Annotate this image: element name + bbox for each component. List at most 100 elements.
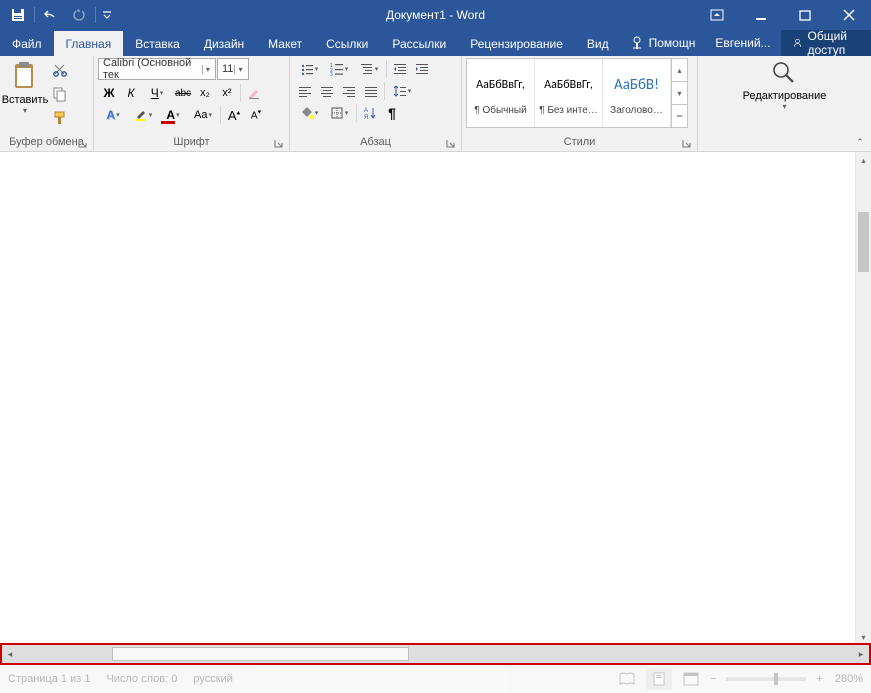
- svg-text:A: A: [364, 108, 368, 114]
- tab-view[interactable]: Вид: [575, 31, 621, 56]
- highlight-button[interactable]: ▾: [128, 104, 158, 126]
- styles-scroll-up[interactable]: ▴: [672, 59, 687, 82]
- styles-scroll-down[interactable]: ▾: [672, 82, 687, 105]
- svg-text:Я: Я: [364, 115, 368, 120]
- collapse-ribbon-button[interactable]: ⌃: [853, 135, 867, 149]
- shading-button[interactable]: ▾: [294, 102, 324, 124]
- tab-mailings[interactable]: Рассылки: [380, 31, 458, 56]
- italic-button[interactable]: К: [120, 82, 142, 104]
- style-item-normal[interactable]: АаБбВвГг, ¶ Обычный: [467, 59, 535, 127]
- superscript-button[interactable]: x²: [216, 82, 238, 104]
- paragraph-group-label: Абзац: [294, 135, 457, 151]
- zoom-slider[interactable]: [726, 677, 806, 681]
- v-scrollbar[interactable]: ▴ ▾: [855, 152, 871, 645]
- document-area[interactable]: [0, 152, 855, 645]
- align-left-button[interactable]: [294, 80, 316, 102]
- font-size-combo[interactable]: 11▾: [217, 58, 249, 80]
- zoom-level[interactable]: 280%: [835, 673, 863, 685]
- show-marks-button[interactable]: ¶: [381, 102, 403, 124]
- zoom-out-button[interactable]: −: [710, 673, 716, 685]
- change-case-button[interactable]: Aa▾: [188, 104, 218, 126]
- paste-label: Вставить: [2, 94, 49, 106]
- paste-dropdown[interactable]: ▾: [23, 106, 27, 115]
- maximize-button[interactable]: [783, 0, 827, 30]
- text-effects-button[interactable]: A▾: [98, 104, 128, 126]
- tab-insert[interactable]: Вставка: [123, 31, 192, 56]
- justify-button[interactable]: [360, 80, 382, 102]
- ribbon-display-button[interactable]: [695, 0, 739, 30]
- format-painter-button[interactable]: [48, 106, 72, 130]
- sort-button[interactable]: AЯ: [359, 102, 381, 124]
- zoom-in-button[interactable]: +: [816, 673, 822, 685]
- tab-references[interactable]: Ссылки: [314, 31, 380, 56]
- qat-customize[interactable]: [98, 0, 116, 30]
- window-title: Документ1 - Word: [386, 8, 485, 22]
- font-group-label: Шрифт: [98, 135, 285, 151]
- redo-button[interactable]: [65, 0, 93, 30]
- status-page[interactable]: Страница 1 из 1: [8, 673, 90, 685]
- multilevel-list-button[interactable]: ▾: [354, 58, 384, 80]
- tab-file[interactable]: Файл: [0, 31, 54, 56]
- editing-button[interactable]: Редактирование ▾: [735, 58, 835, 113]
- h-scroll-thumb[interactable]: [112, 647, 409, 661]
- strikethrough-button[interactable]: abc: [172, 82, 194, 104]
- tab-review[interactable]: Рецензирование: [458, 31, 575, 56]
- align-center-button[interactable]: [316, 80, 338, 102]
- share-button[interactable]: Общий доступ: [781, 30, 871, 56]
- subscript-button[interactable]: x₂: [194, 82, 216, 104]
- increase-indent-button[interactable]: [411, 58, 433, 80]
- svg-text:3: 3: [330, 72, 333, 76]
- line-spacing-button[interactable]: ▾: [387, 80, 417, 102]
- v-scroll-up[interactable]: ▴: [856, 152, 871, 168]
- copy-button[interactable]: [48, 82, 72, 106]
- tab-design[interactable]: Дизайн: [192, 31, 256, 56]
- save-button[interactable]: [4, 0, 32, 30]
- read-mode-button[interactable]: [614, 668, 640, 690]
- paragraph-launcher[interactable]: [443, 136, 457, 150]
- bold-button[interactable]: Ж: [98, 82, 120, 104]
- paste-button[interactable]: Вставить ▾: [4, 58, 46, 115]
- styles-expand[interactable]: ＝: [672, 105, 687, 127]
- print-layout-button[interactable]: [646, 668, 672, 690]
- share-label: Общий доступ: [808, 29, 860, 57]
- minimize-button[interactable]: [739, 0, 783, 30]
- v-scroll-thumb[interactable]: [858, 212, 869, 272]
- undo-button[interactable]: [37, 0, 65, 30]
- align-right-button[interactable]: [338, 80, 360, 102]
- status-language[interactable]: русский: [193, 673, 232, 685]
- decrease-indent-button[interactable]: [389, 58, 411, 80]
- style-item-heading1[interactable]: АаБбВ! Заголово…: [603, 59, 671, 127]
- search-icon: [771, 60, 797, 86]
- cut-button[interactable]: [48, 58, 72, 82]
- font-name-combo[interactable]: Calibri (Основной тек▾: [98, 58, 216, 80]
- chevron-down-icon[interactable]: ▾: [234, 65, 246, 74]
- numbering-button[interactable]: 123▾: [324, 58, 354, 80]
- clear-formatting-button[interactable]: [243, 82, 265, 104]
- h-scrollbar[interactable]: ◂ ▸: [0, 643, 871, 665]
- h-scroll-left[interactable]: ◂: [2, 645, 18, 663]
- clipboard-launcher[interactable]: [75, 136, 89, 150]
- underline-button[interactable]: Ч▾: [142, 82, 172, 104]
- status-words[interactable]: Число слов: 0: [106, 673, 177, 685]
- style-item-no-spacing[interactable]: АаБбВвГг, ¶ Без инте…: [535, 59, 603, 127]
- web-layout-button[interactable]: [678, 668, 704, 690]
- styles-group-label: Стили: [466, 135, 693, 151]
- status-bar: Страница 1 из 1 Число слов: 0 русский − …: [0, 665, 871, 693]
- h-scroll-right[interactable]: ▸: [853, 645, 869, 663]
- tab-home[interactable]: Главная: [54, 31, 124, 56]
- grow-font-button[interactable]: A▴: [223, 104, 245, 126]
- chevron-down-icon[interactable]: ▾: [202, 65, 213, 74]
- font-launcher[interactable]: [271, 136, 285, 150]
- shrink-font-button[interactable]: A▾: [245, 104, 267, 126]
- close-button[interactable]: [827, 0, 871, 30]
- borders-button[interactable]: ▾: [324, 102, 354, 124]
- styles-gallery[interactable]: АаБбВвГг, ¶ Обычный АаБбВвГг, ¶ Без инте…: [466, 58, 688, 128]
- tell-me-button[interactable]: Помощн: [621, 30, 706, 56]
- tell-me-label: Помощн: [649, 36, 696, 50]
- clipboard-group-label: Буфер обмена: [4, 135, 89, 151]
- user-button[interactable]: Евгений...: [705, 30, 780, 56]
- styles-launcher[interactable]: [679, 136, 693, 150]
- bullets-button[interactable]: ▾: [294, 58, 324, 80]
- tab-layout[interactable]: Макет: [256, 31, 314, 56]
- font-color-button[interactable]: A▾: [158, 104, 188, 126]
